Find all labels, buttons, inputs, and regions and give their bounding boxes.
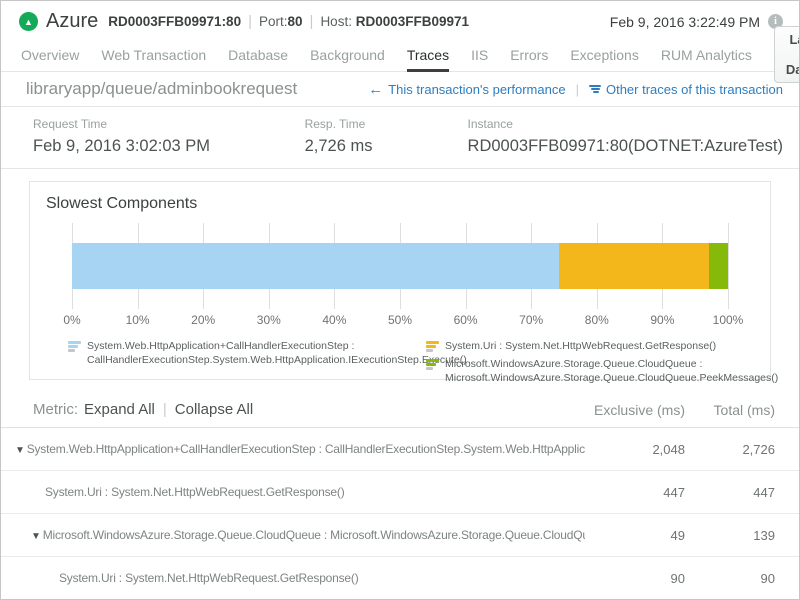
host-label: Host:: [320, 14, 352, 29]
field-label: Instance: [468, 117, 783, 131]
legend-item: Microsoft.WindowsAzure.Storage.Queue.Clo…: [426, 357, 778, 385]
x-tick-label: 80%: [585, 313, 609, 327]
total-ms: 139: [685, 528, 775, 543]
separator: |: [310, 13, 314, 30]
app-window: ▲ Azure RD0003FFB09971:80 | Port:80 | Host: …: [0, 0, 800, 600]
current-timestamp: Feb 9, 2016 3:22:49 PM: [610, 14, 760, 30]
metric-name: Microsoft.WindowsAzure.Storage.Queue.Clo…: [43, 528, 585, 542]
exclusive-ms: 90: [585, 571, 685, 586]
collapse-caret-icon[interactable]: ▼: [31, 531, 41, 542]
summary-request-time: Request Time Feb 9, 2016 3:02:03 PM: [33, 117, 305, 156]
exclusive-ms: 49: [585, 528, 685, 543]
bar-segment-2: [559, 243, 709, 289]
exclusive-ms: 447: [585, 485, 685, 500]
tab-database[interactable]: Database: [228, 39, 288, 71]
transaction-bar: libraryapp/queue/adminbookrequest ← This…: [1, 72, 799, 107]
metric-table-header: Metric: Expand All | Collapse All Exclus…: [1, 392, 799, 428]
trace-summary: Request Time Feb 9, 2016 3:02:03 PM Resp…: [1, 107, 799, 169]
separator: |: [163, 401, 167, 418]
link-other-traces[interactable]: Other traces of this transaction: [589, 82, 783, 97]
nav-tabs: Overview Web Transaction Database Backgr…: [1, 39, 799, 72]
app-name: Azure: [46, 10, 98, 33]
x-tick-label: 70%: [519, 313, 543, 327]
field-value: RD0003FFB09971:80(DOTNET:AzureTest): [468, 137, 783, 156]
table-row[interactable]: ▼System.Web.HttpApplication+CallHandlerE…: [1, 428, 799, 471]
tab-overview[interactable]: Overview: [21, 39, 79, 71]
metric-name: System.Web.HttpApplication+CallHandlerEx…: [27, 442, 585, 456]
port-label: Port:: [259, 14, 288, 29]
field-label: Request Time: [33, 117, 305, 131]
expand-all-link[interactable]: Expand All: [84, 401, 155, 418]
tab-traces[interactable]: Traces: [407, 39, 449, 72]
chart-legend: System.Web.HttpApplication+CallHandlerEx…: [46, 339, 754, 386]
total-ms: 447: [685, 485, 775, 500]
bar-segment-3: [709, 243, 728, 289]
field-value: Feb 9, 2016 3:02:03 PM: [33, 137, 305, 156]
stacked-bar: [72, 243, 728, 289]
summary-instance: Instance RD0003FFB09971:80(DOTNET:AzureT…: [468, 117, 783, 156]
x-tick-label: 0%: [63, 313, 80, 327]
separator: |: [248, 13, 252, 30]
tab-web-transaction[interactable]: Web Transaction: [101, 39, 206, 71]
x-tick-label: 100%: [713, 313, 744, 327]
x-tick-label: 60%: [454, 313, 478, 327]
table-row[interactable]: ▼Microsoft.WindowsAzure.Storage.Queue.Cl…: [1, 514, 799, 557]
chart-plot: 0%10%20%30%40%50%60%70%80%90%100%: [72, 223, 728, 327]
tab-exceptions[interactable]: Exceptions: [570, 39, 638, 71]
app-meta: RD0003FFB09971:80 | Port:80 | Host: RD0003FF…: [108, 13, 469, 30]
transaction-name: libraryapp/queue/adminbookrequest: [26, 79, 297, 99]
tab-background[interactable]: Background: [310, 39, 385, 71]
field-label: Resp. Time: [305, 117, 468, 131]
tab-iis[interactable]: IIS: [471, 39, 488, 71]
collapse-caret-icon[interactable]: ▼: [15, 445, 25, 456]
tab-rum-analytics[interactable]: RUM Analytics: [661, 39, 752, 71]
x-tick-label: 40%: [322, 313, 346, 327]
port-value: 80: [288, 14, 303, 29]
total-ms: 2,726: [685, 442, 775, 457]
instance-name: RD0003FFB09971:80: [108, 14, 241, 29]
legend-swatch-icon: [68, 341, 81, 367]
metric-name: System.Uri : System.Net.HttpWebRequest.G…: [45, 485, 345, 499]
x-tick-label: 20%: [191, 313, 215, 327]
arrow-left-icon: ←: [368, 81, 383, 98]
exclusive-ms: 2,048: [585, 442, 685, 457]
x-tick-label: 30%: [257, 313, 281, 327]
app-header: ▲ Azure RD0003FFB09971:80 | Port:80 | Host: …: [1, 1, 799, 39]
legend-label: System.Uri : System.Net.HttpWebRequest.G…: [445, 339, 716, 353]
metric-label: Metric:: [33, 401, 78, 418]
host-value: RD0003FFB09971: [356, 14, 469, 29]
chart-x-axis: 0%10%20%30%40%50%60%70%80%90%100%: [72, 313, 728, 327]
app-health-status-icon: ▲: [19, 12, 38, 31]
link-transaction-performance[interactable]: ← This transaction's performance: [368, 81, 565, 98]
gridline: [728, 223, 729, 309]
column-header-total: Total (ms): [685, 402, 775, 418]
x-tick-label: 50%: [388, 313, 412, 327]
trace-list-icon: [589, 85, 601, 93]
time-range-picker[interactable]: Last 1 Day▾: [774, 26, 800, 83]
legend-swatch-icon: [426, 359, 439, 385]
tab-errors[interactable]: Errors: [510, 39, 548, 71]
table-row[interactable]: System.Uri : System.Net.HttpWebRequest.G…: [1, 557, 799, 600]
separator: |: [576, 82, 579, 97]
summary-response-time: Resp. Time 2,726 ms: [305, 117, 468, 156]
arrow-up-icon: ▲: [24, 17, 33, 27]
collapse-all-link[interactable]: Collapse All: [175, 401, 253, 418]
legend-item: System.Uri : System.Net.HttpWebRequest.G…: [426, 339, 778, 353]
legend-item: System.Web.HttpApplication+CallHandlerEx…: [68, 339, 408, 367]
table-row[interactable]: System.Uri : System.Net.HttpWebRequest.G…: [1, 471, 799, 514]
legend-label: Microsoft.WindowsAzure.Storage.Queue.Clo…: [445, 357, 778, 385]
total-ms: 90: [685, 571, 775, 586]
x-tick-label: 10%: [126, 313, 150, 327]
chart-title: Slowest Components: [46, 195, 754, 213]
legend-label: System.Web.HttpApplication+CallHandlerEx…: [87, 339, 467, 367]
legend-swatch-icon: [426, 341, 439, 353]
column-header-exclusive: Exclusive (ms): [585, 402, 685, 418]
bar-segment-1: [72, 243, 559, 289]
field-value: 2,726 ms: [305, 137, 468, 156]
metric-name: System.Uri : System.Net.HttpWebRequest.G…: [59, 571, 359, 585]
slowest-components-panel: Slowest Components 0% 10% 20% 30% 40% 50% 60% 7…: [29, 181, 771, 380]
x-tick-label: 90%: [650, 313, 674, 327]
